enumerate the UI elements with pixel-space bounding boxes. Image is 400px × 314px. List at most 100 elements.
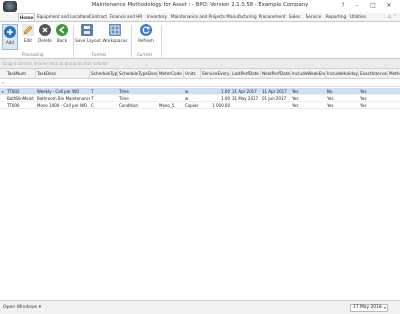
cell-includeweekends[interactable]: Yes [291, 88, 326, 95]
tab-contract[interactable]: Contract [88, 13, 108, 21]
group-label-processing: Processing [22, 52, 44, 57]
workspaces-label: Workspaces [102, 38, 128, 43]
open-windows-menu[interactable]: Open Windows ▾ [3, 305, 41, 310]
save-layout-label: Save Layout [75, 38, 101, 43]
cell-scheduletype[interactable]: T [90, 95, 118, 102]
back-button[interactable]: Back [54, 24, 70, 50]
cell-includeholidays[interactable]: Yes [326, 95, 359, 102]
cell-tasknum[interactable]: TT002 [6, 88, 36, 95]
cell-units[interactable]: w [184, 95, 201, 102]
workspaces-grid-icon [109, 24, 121, 36]
edit-pencil-icon [22, 24, 34, 36]
add-button[interactable]: Add [2, 24, 18, 50]
cell-nextperfdate[interactable] [261, 102, 291, 109]
group-separator [73, 25, 74, 57]
date-field[interactable]: 17 May 2018 ▾ [350, 304, 388, 312]
cell-scheduletypedesc[interactable]: Time [118, 95, 158, 102]
cell-includeweekends[interactable]: Yes [291, 95, 326, 102]
cell-taskdesc[interactable]: Bathroom Bin Maintenance [36, 95, 90, 102]
column-header-serviceevery[interactable]: ServiceEvery [201, 69, 231, 79]
save-layout-button[interactable]: Save Layout [75, 24, 101, 50]
column-header-scheduletype[interactable]: ScheduleType [90, 69, 118, 79]
cell-scheduletypedesc[interactable]: Condition [118, 102, 158, 109]
tab-sales[interactable]: Sales [287, 13, 302, 21]
table-row[interactable]: ▸ TT002 Weekly - Call per WO T Time w 1.… [0, 88, 400, 95]
group-separator [161, 25, 162, 57]
cell-includeweekends[interactable]: Yes [291, 102, 326, 109]
maintenance-methodology-grid: TaskNum TaskDesc ScheduleType ScheduleTy… [0, 69, 400, 300]
cell-lastperfdate[interactable] [231, 102, 261, 109]
tab-reporting[interactable]: Reporting [324, 13, 348, 21]
table-row[interactable]: TT006 Mono 1000 - Call per WO C Conditio… [0, 102, 400, 109]
column-header-taskdesc[interactable]: TaskDesc [36, 69, 90, 79]
cell-nextperfdate[interactable]: 11 Apr 2017 [261, 88, 291, 95]
workspaces-button[interactable]: Workspaces [102, 24, 128, 50]
tab-home[interactable]: Home [18, 13, 35, 21]
status-bar: Open Windows ▾ 17 May 2018 ▾ [0, 300, 400, 314]
delete-button[interactable]: Delete [37, 24, 53, 50]
close-button[interactable]: ✕ [384, 1, 394, 11]
edit-button[interactable]: Edit [20, 24, 36, 50]
column-header-includeweekends[interactable]: IncludeWeekEnds [291, 69, 326, 79]
group-label-current: Current [137, 52, 153, 57]
cell-serviceevery[interactable]: 1 000.00 [201, 102, 231, 109]
ribbon-tabs: Home Equipment and Locations Contract Fi… [0, 13, 400, 21]
refresh-button[interactable]: Refresh [135, 24, 157, 50]
refresh-icon [140, 24, 152, 36]
cell-serviceevery[interactable]: 1.00 [201, 95, 231, 102]
tab-inventory[interactable]: Inventory [145, 13, 169, 21]
cell-tasknum[interactable]: BathBinMaint [6, 95, 36, 102]
column-header-methodology[interactable]: Metho [388, 69, 400, 79]
grid-header-row: TaskNum TaskDesc ScheduleType ScheduleTy… [0, 69, 400, 79]
date-value: 17 May 2018 [353, 305, 382, 310]
tab-manufacturing[interactable]: Manufacturing [226, 13, 257, 21]
minimize-button[interactable]: – [352, 1, 362, 11]
cell-lastperfdate[interactable]: 11 Apr 2017 [231, 88, 261, 95]
column-header-tasknum[interactable]: TaskNum [6, 69, 36, 79]
tab-maintenance-and-projects[interactable]: Maintenance and Projects [171, 13, 225, 21]
add-label: Add [5, 40, 15, 45]
tab-finance-and-hr[interactable]: Finance and HR [109, 13, 143, 21]
cell-includeholidays[interactable]: No [326, 88, 359, 95]
cell-includeholidays[interactable]: Yes [326, 102, 359, 109]
tab-service[interactable]: Service [304, 13, 323, 21]
cell-exactinterval[interactable]: Yes [359, 88, 388, 95]
cell-tasknum[interactable]: TT006 [6, 102, 36, 109]
column-header-scheduletypedesc[interactable]: ScheduleTypeDesc [118, 69, 158, 79]
column-header-includeholidays[interactable]: IncludeHolidays [326, 69, 359, 79]
calendar-dropdown-icon[interactable]: ▾ [384, 305, 386, 311]
column-header-nextperfdate[interactable]: NextPerfDate [261, 69, 291, 79]
cell-scheduletypedesc[interactable]: Time [118, 88, 158, 95]
delete-label: Delete [38, 38, 52, 43]
column-header-exactinterval[interactable]: ExactInterval [359, 69, 388, 79]
column-header-lastperfdate[interactable]: LastPerfDate [231, 69, 261, 79]
tab-utilities[interactable]: Utilities [349, 13, 367, 21]
save-disk-icon [81, 24, 93, 36]
cell-nextperfdate[interactable]: 01 Jun 2017 [261, 95, 291, 102]
cell-exactinterval[interactable]: Yes [359, 102, 388, 109]
table-row[interactable]: BathBinMaint Bathroom Bin Maintenance T … [0, 95, 400, 102]
cell-taskdesc[interactable]: Mono 1000 - Call per WO [36, 102, 90, 109]
ribbon-options-icons[interactable]: ▫ ⌃ [388, 14, 397, 20]
column-header-metercode[interactable]: MeterCode [158, 69, 184, 79]
cell-taskdesc[interactable]: Weekly - Call per WO [36, 88, 90, 95]
cell-scheduletype[interactable]: C [90, 102, 118, 109]
delete-icon [39, 24, 51, 36]
cell-units[interactable]: w [184, 88, 201, 95]
cell-scheduletype[interactable]: T [90, 88, 118, 95]
tab-procurement[interactable]: Procurement [258, 13, 286, 21]
cell-serviceevery[interactable]: 1.00 [201, 88, 231, 95]
cell-lastperfdate[interactable]: 31 May 2017 [231, 95, 261, 102]
help-button[interactable]: ? [338, 1, 348, 11]
cell-metercode[interactable] [158, 88, 184, 95]
maximize-button[interactable]: □ [368, 1, 378, 11]
group-by-hint: Drag a column header here to group by th… [3, 61, 108, 66]
cell-exactinterval[interactable]: Yes [359, 95, 388, 102]
cell-metercode[interactable] [158, 95, 184, 102]
cell-units[interactable]: Copies [184, 102, 201, 109]
tab-equipment-and-locations[interactable]: Equipment and Locations [37, 13, 90, 21]
group-by-panel[interactable]: Drag a column header here to group by th… [0, 59, 400, 69]
column-header-units[interactable]: Units [184, 69, 201, 79]
auto-filter-row[interactable]: ▿ [0, 79, 400, 87]
cell-metercode[interactable]: Mono_5 [158, 102, 184, 109]
